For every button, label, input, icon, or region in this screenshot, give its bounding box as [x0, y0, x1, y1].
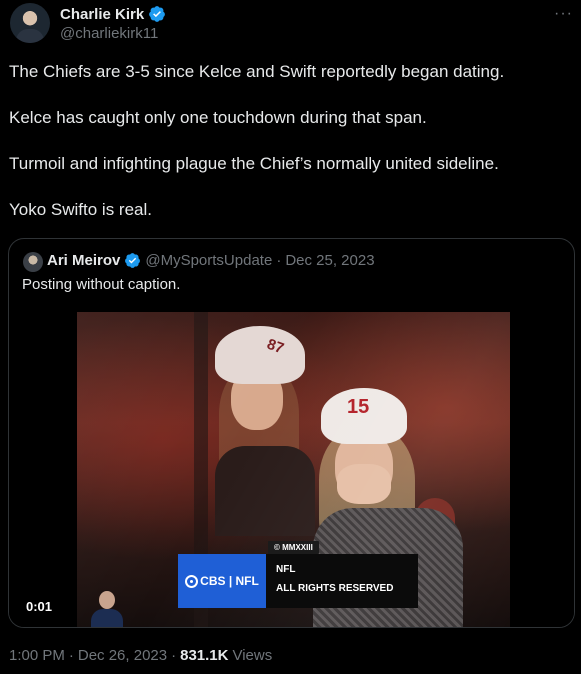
tweet-paragraph: Kelce has caught only one touchdown duri…: [9, 108, 427, 127]
meta-separator: ·: [171, 647, 177, 664]
tweet-paragraph: Turmoil and infighting plague the Chief’…: [9, 154, 499, 173]
cbs-eye-icon: [185, 574, 199, 588]
tweet-meta: 1:00 PM · Dec 26, 2023 · 831.1K Views: [9, 647, 272, 664]
tweet-paragraph: Yoko Swifto is real.: [9, 200, 152, 219]
video-player[interactable]: 87 15 © MMXXIII CBS | NFL: [9, 309, 574, 627]
tweet-paragraph: The Chiefs are 3-5 since Kelce and Swift…: [9, 62, 505, 81]
views-label: Views: [232, 647, 273, 664]
quote-author-row: Ari Meirov @MySportsUpdate · Dec 25, 202…: [47, 252, 375, 269]
quote-author-handle: @MySportsUpdate: [145, 252, 273, 269]
overlay-line2: ALL RIGHTS RESERVED: [276, 583, 394, 594]
quote-separator: ·: [276, 252, 282, 269]
tweet-time[interactable]: 1:00 PM: [9, 647, 65, 664]
video-duration: 0:01: [26, 599, 53, 614]
quote-author-name: Ari Meirov: [47, 252, 121, 269]
copyright-tag: © MMXXIII: [268, 541, 319, 554]
coach-figure: [91, 591, 123, 627]
quote-date: Dec 25, 2023: [285, 252, 375, 269]
views-count: 831.1K: [180, 647, 229, 664]
verified-badge-icon: [149, 6, 166, 22]
quoted-tweet[interactable]: Ari Meirov @MySportsUpdate · Dec 25, 202…: [8, 238, 575, 628]
meta-separator: ·: [68, 647, 74, 664]
tweet-header: Charlie Kirk @charliekirk11 ···: [8, 3, 573, 45]
quote-text: Posting without caption.: [22, 276, 181, 293]
broadcast-overlay: © MMXXIII CBS | NFL NFL ALL RIGHTS RESER…: [178, 538, 418, 608]
tweet-date[interactable]: Dec 26, 2023: [78, 647, 167, 664]
more-dots-icon[interactable]: ···: [554, 5, 573, 23]
author-name[interactable]: Charlie Kirk: [60, 6, 144, 23]
quote-author-avatar: [23, 252, 43, 272]
author-handle[interactable]: @charliekirk11: [60, 25, 158, 42]
cbs-nfl-logo: CBS | NFL: [178, 554, 266, 608]
video-frame: 87 15 © MMXXIII CBS | NFL: [77, 312, 510, 627]
overlay-line1: NFL: [276, 564, 296, 575]
author-name-row: Charlie Kirk: [60, 5, 166, 23]
verified-badge-icon: [125, 253, 141, 268]
network-label: CBS | NFL: [200, 574, 259, 588]
author-avatar[interactable]: [10, 3, 50, 43]
tweet-text: The Chiefs are 3-5 since Kelce and Swift…: [9, 60, 569, 221]
